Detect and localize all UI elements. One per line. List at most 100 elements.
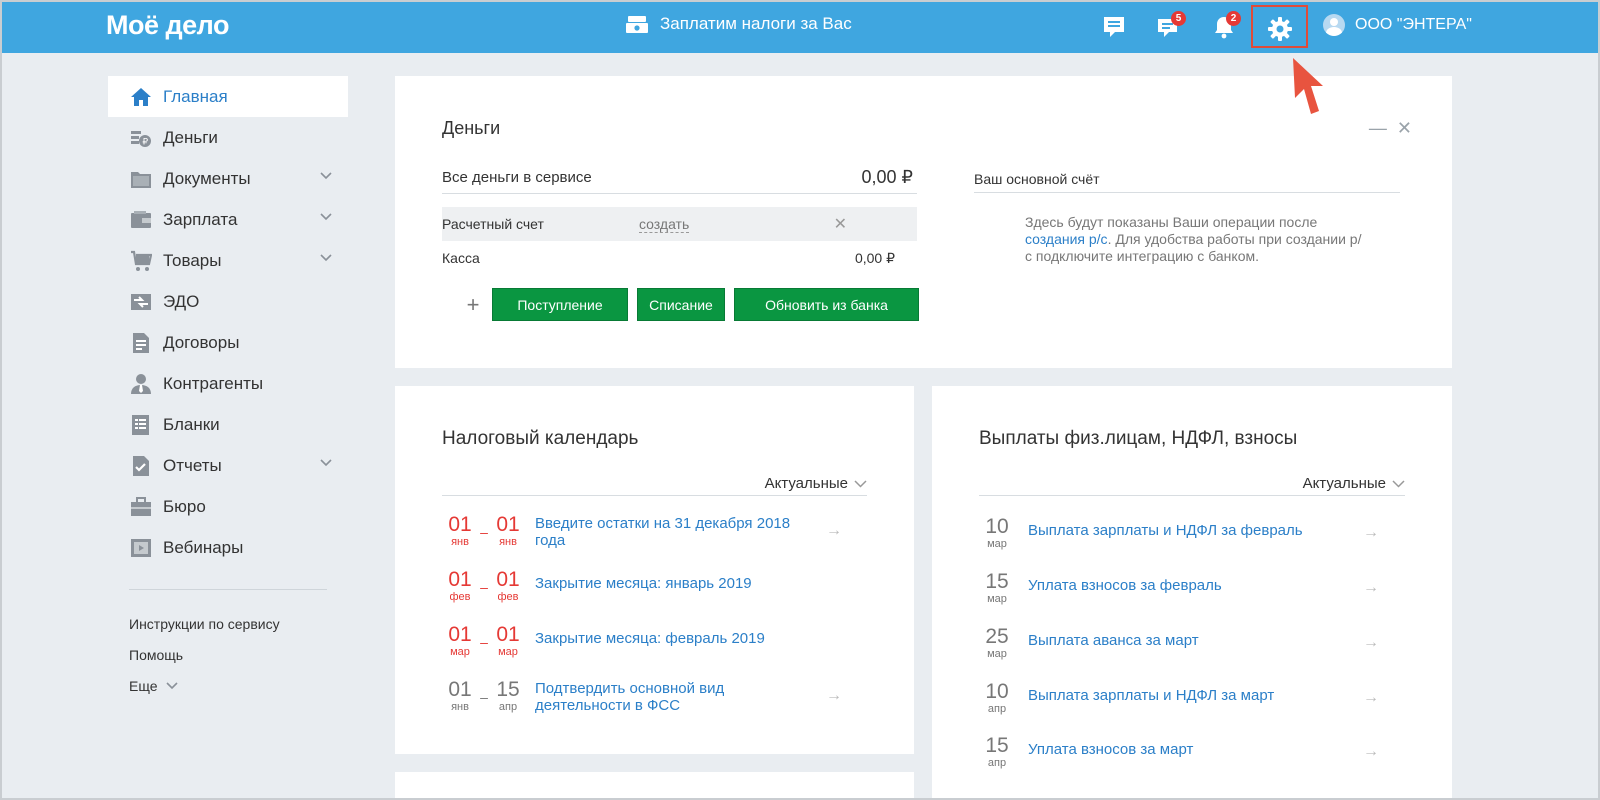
sidebar-item-contracts[interactable]: Договоры <box>108 322 348 363</box>
arrow-right-icon[interactable]: → <box>1363 634 1379 652</box>
payment-link[interactable]: Выплата аванса за март <box>1028 626 1199 649</box>
payments-filter[interactable]: Актуальные <box>979 472 1405 496</box>
cash-label: Касса <box>442 250 480 266</box>
payment-link[interactable]: Уплата взносов за февраль <box>1028 571 1222 594</box>
income-button[interactable]: Поступление <box>492 288 628 321</box>
payments-widget: Выплаты физ.лицам, НДФЛ, взносы Актуальн… <box>932 386 1452 800</box>
list-item[interactable]: 01 янв – 01 янв Введите остатки на 31 дека… <box>442 513 872 550</box>
list-item[interactable]: 25 мар Выплата аванса за март → <box>979 625 1409 661</box>
create-account-link[interactable]: создать <box>639 216 690 233</box>
messages-badge: 5 <box>1171 11 1186 26</box>
more-link-label: Еще <box>129 677 158 694</box>
sidebar-item-salary[interactable]: Зарплата <box>108 199 348 240</box>
arrow-right-icon[interactable]: → <box>1363 689 1379 707</box>
event-to-month: янв <box>499 536 517 548</box>
event-link[interactable]: Введите остатки на 31 декабря 2018 года <box>535 514 805 549</box>
tax-calendar-title: Налоговый календарь <box>442 428 639 449</box>
event-link[interactable]: Подтвердить основной вид деятельности в … <box>535 679 805 714</box>
arrow-right-icon[interactable]: → <box>826 687 842 705</box>
list-item[interactable]: 01 янв – 15 апр Подтвердить основной вид д… <box>442 679 872 715</box>
close-icon[interactable]: ✕ <box>1397 118 1412 139</box>
next-widget <box>395 772 914 800</box>
sidebar-item-bureau[interactable]: Бюро <box>108 486 348 527</box>
total-money-label: Все деньги в сервисе <box>442 169 592 186</box>
help-link[interactable]: Помощь <box>108 639 348 670</box>
arrow-right-icon[interactable]: → <box>1363 579 1379 597</box>
event-link[interactable]: Закрытие месяца: февраль 2019 <box>535 624 805 647</box>
user-menu[interactable]: ООО "ЭНТЕРА" <box>1323 14 1472 36</box>
list-item[interactable]: 01 фев – 01 фев Закрытие месяца: январь 20… <box>442 569 872 604</box>
avatar <box>1323 14 1345 36</box>
cash-value: 0,00 ₽ <box>854 249 895 266</box>
instructions-link[interactable]: Инструкции по сервису <box>108 608 348 639</box>
more-link[interactable]: Еще <box>108 670 348 701</box>
remove-icon[interactable]: ✕ <box>834 214 847 234</box>
create-account-text-link[interactable]: создания р/с <box>1025 231 1108 247</box>
event-from-month: мар <box>450 646 470 658</box>
chevron-down-icon[interactable] <box>320 459 332 467</box>
event-from-month: фев <box>449 591 471 603</box>
promo-text: Заплатим налоги за Вас <box>660 14 852 33</box>
tax-calendar-widget: Налоговый календарь Актуальные 01 янв – 0… <box>395 386 914 754</box>
sidebar-item-money[interactable]: ₽ Деньги <box>108 117 348 158</box>
chevron-down-icon[interactable] <box>320 254 332 262</box>
expense-button[interactable]: Списание <box>637 288 725 321</box>
report-icon <box>133 455 149 476</box>
payment-month: апр <box>987 703 1007 715</box>
event-to-month: мар <box>498 646 518 658</box>
payment-link[interactable]: Уплата взносов за март <box>1028 735 1193 758</box>
arrow-right-icon[interactable]: → <box>826 522 842 540</box>
bank-account-row: Расчетный счет создать ✕ <box>442 207 917 241</box>
settings-button[interactable] <box>1251 5 1308 48</box>
sidebar-item-label: Бланки <box>163 414 220 434</box>
folder-icon <box>131 171 151 188</box>
arrow-right-icon[interactable]: → <box>1363 743 1379 761</box>
sidebar-item-label: Отчеты <box>163 455 222 475</box>
chat-icon[interactable] <box>1101 14 1127 40</box>
main-account-text-part: Здесь будут показаны Ваши операции после <box>1025 214 1318 230</box>
sidebar-item-edo[interactable]: ЭДО <box>108 281 348 322</box>
promo-link[interactable]: Заплатим налоги за Вас <box>626 14 852 34</box>
bell-icon[interactable]: 2 <box>1211 11 1241 40</box>
event-from-month: янв <box>451 701 469 713</box>
chevron-down-icon[interactable] <box>320 213 332 221</box>
chevron-down-icon <box>165 681 178 689</box>
pointer-arrow-icon <box>1293 58 1323 114</box>
event-to-month: фев <box>497 591 519 603</box>
sidebar-item-label: Деньги <box>163 127 218 147</box>
notifications-badge: 2 <box>1226 11 1241 26</box>
payment-month: мар <box>987 538 1007 550</box>
payment-link[interactable]: Выплата зарплаты и НДФЛ за февраль <box>1028 516 1303 539</box>
filter-label: Актуальные <box>1302 475 1386 492</box>
sidebar-item-home[interactable]: Главная <box>108 76 348 117</box>
event-from-day: 01 <box>448 623 472 646</box>
minimize-icon[interactable]: — <box>1369 118 1387 139</box>
chevron-down-icon[interactable] <box>320 172 332 180</box>
sidebar-item-counterparties[interactable]: Контрагенты <box>108 363 348 404</box>
gear-icon <box>1268 17 1292 41</box>
sidebar-item-forms[interactable]: Бланки <box>108 404 348 445</box>
sidebar-item-webinars[interactable]: Вебинары <box>108 527 348 568</box>
sidebar-item-goods[interactable]: Товары <box>108 240 348 281</box>
list-item[interactable]: 01 мар – 01 мар Закрытие месяца: февраль 2… <box>442 623 872 659</box>
sidebar-item-documents[interactable]: Документы <box>108 158 348 199</box>
list-item[interactable]: 10 мар Выплата зарплаты и НДФЛ за февраль… <box>979 516 1409 551</box>
payment-link[interactable]: Выплата зарплаты и НДФЛ за март <box>1028 681 1274 704</box>
event-from-month: янв <box>451 536 469 548</box>
cash-register-icon <box>626 14 648 34</box>
update-from-bank-button[interactable]: Обновить из банка <box>734 288 919 321</box>
video-icon <box>131 538 151 557</box>
sidebar-item-reports[interactable]: Отчеты <box>108 445 348 486</box>
person-icon <box>131 373 151 394</box>
messages-icon[interactable]: 5 <box>1156 11 1186 40</box>
list-item[interactable]: 10 апр Выплата зарплаты и НДФЛ за март → <box>979 681 1409 716</box>
arrow-right-icon[interactable]: → <box>1363 524 1379 542</box>
add-icon[interactable]: + <box>461 292 485 318</box>
list-item[interactable]: 15 мар Уплата взносов за февраль → <box>979 571 1409 606</box>
event-link[interactable]: Закрытие месяца: январь 2019 <box>535 569 805 592</box>
list-item[interactable]: 15 апр Уплата взносов за март → <box>979 735 1409 770</box>
payment-day: 25 <box>985 625 1009 648</box>
event-from-day: 01 <box>448 513 472 536</box>
logo[interactable]: Моё дело <box>106 10 229 41</box>
tax-calendar-filter[interactable]: Актуальные <box>442 472 867 496</box>
